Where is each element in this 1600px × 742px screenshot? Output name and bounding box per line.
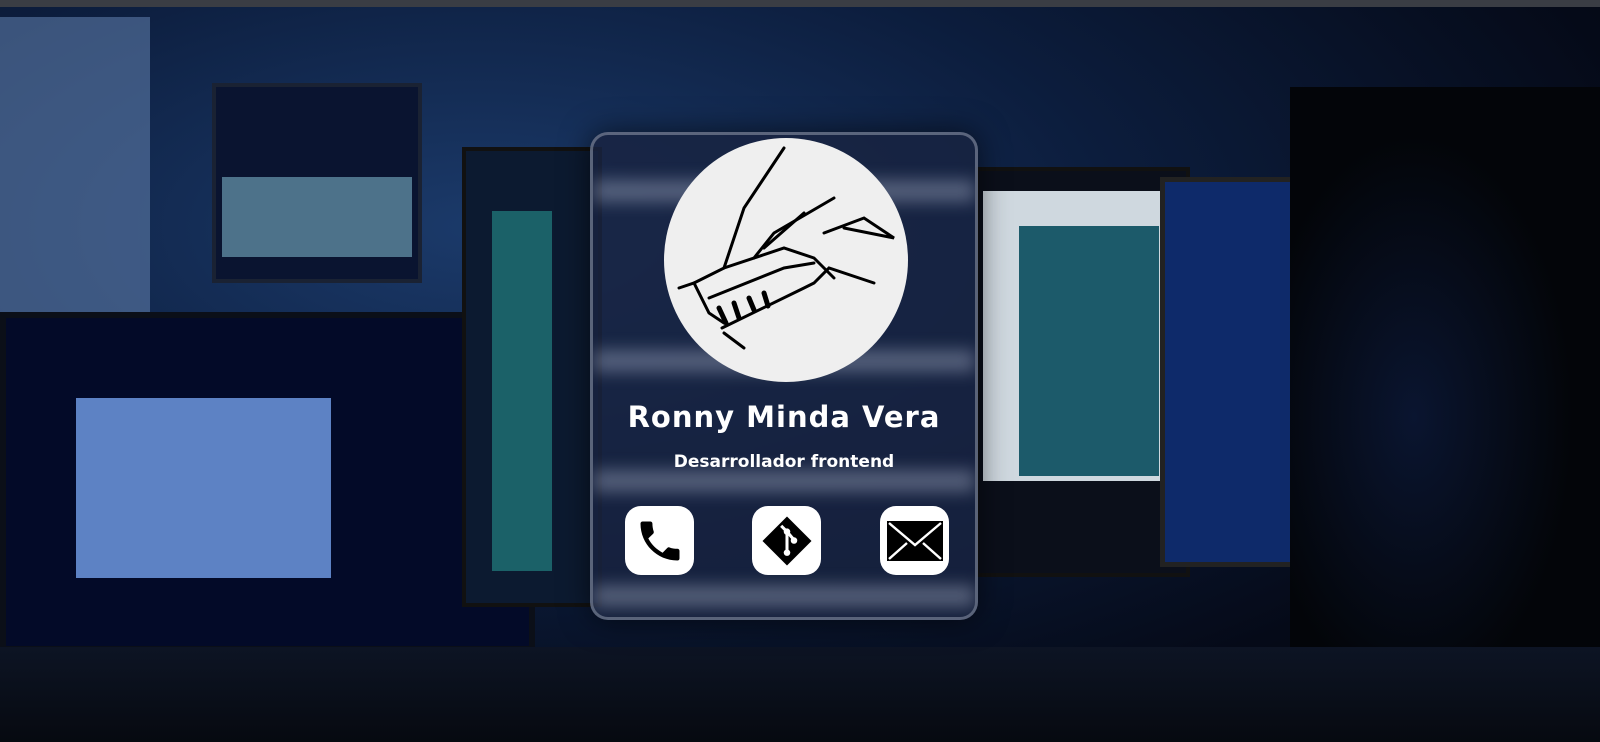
profile-card: Ronny Minda Vera Desarrollador frontend <box>590 132 978 620</box>
git-button[interactable] <box>752 506 821 575</box>
bg-person <box>1290 87 1600 742</box>
mail-icon <box>886 520 943 561</box>
phone-icon <box>640 521 679 560</box>
phone-button[interactable] <box>625 506 694 575</box>
bg-monitor <box>462 147 602 607</box>
avatar <box>664 138 908 382</box>
bg-wall <box>0 17 150 317</box>
bg-monitor <box>212 83 422 283</box>
bg-laptop <box>0 312 535 652</box>
git-icon <box>762 516 811 565</box>
browser-top-bar <box>0 0 1600 7</box>
dragon-logo-icon <box>677 146 895 350</box>
bg-monitor <box>975 167 1190 577</box>
bg-desk <box>0 647 1600 742</box>
profile-name: Ronny Minda Vera <box>627 400 941 434</box>
mail-button[interactable] <box>880 506 949 575</box>
profile-role: Desarrollador frontend <box>673 452 895 472</box>
